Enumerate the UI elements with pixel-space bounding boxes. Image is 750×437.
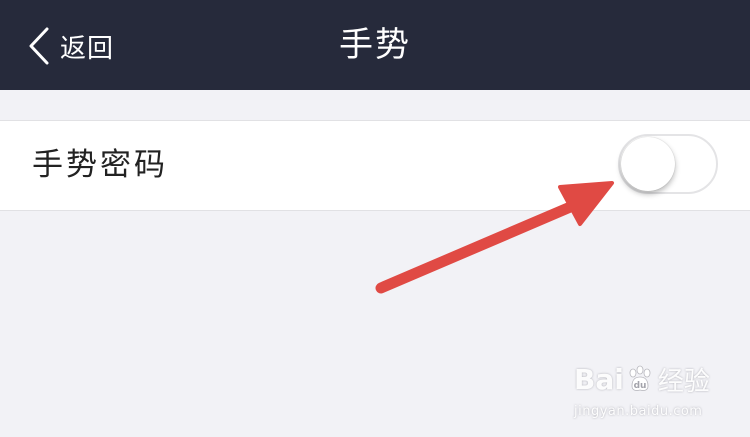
navigation-bar: 返回 手势: [0, 0, 750, 90]
gesture-password-toggle[interactable]: [618, 134, 718, 194]
baidu-watermark: Bai du 经验 jingyan.baidu.com: [574, 356, 724, 426]
chevron-left-icon: [29, 27, 49, 65]
row-label: 手势密码: [32, 147, 168, 183]
settings-row-gesture-password: 手势密码: [0, 120, 750, 211]
toggle-knob: [621, 137, 675, 191]
watermark-brand-left: Bai: [574, 362, 624, 396]
svg-text:du: du: [633, 381, 646, 391]
watermark-brand-right: 经验: [657, 366, 710, 397]
watermark-url: jingyan.baidu.com: [574, 404, 703, 419]
back-label: 返回: [60, 33, 115, 64]
paw-logo-icon: du: [629, 365, 651, 391]
back-button[interactable]: 返回: [28, 24, 114, 68]
